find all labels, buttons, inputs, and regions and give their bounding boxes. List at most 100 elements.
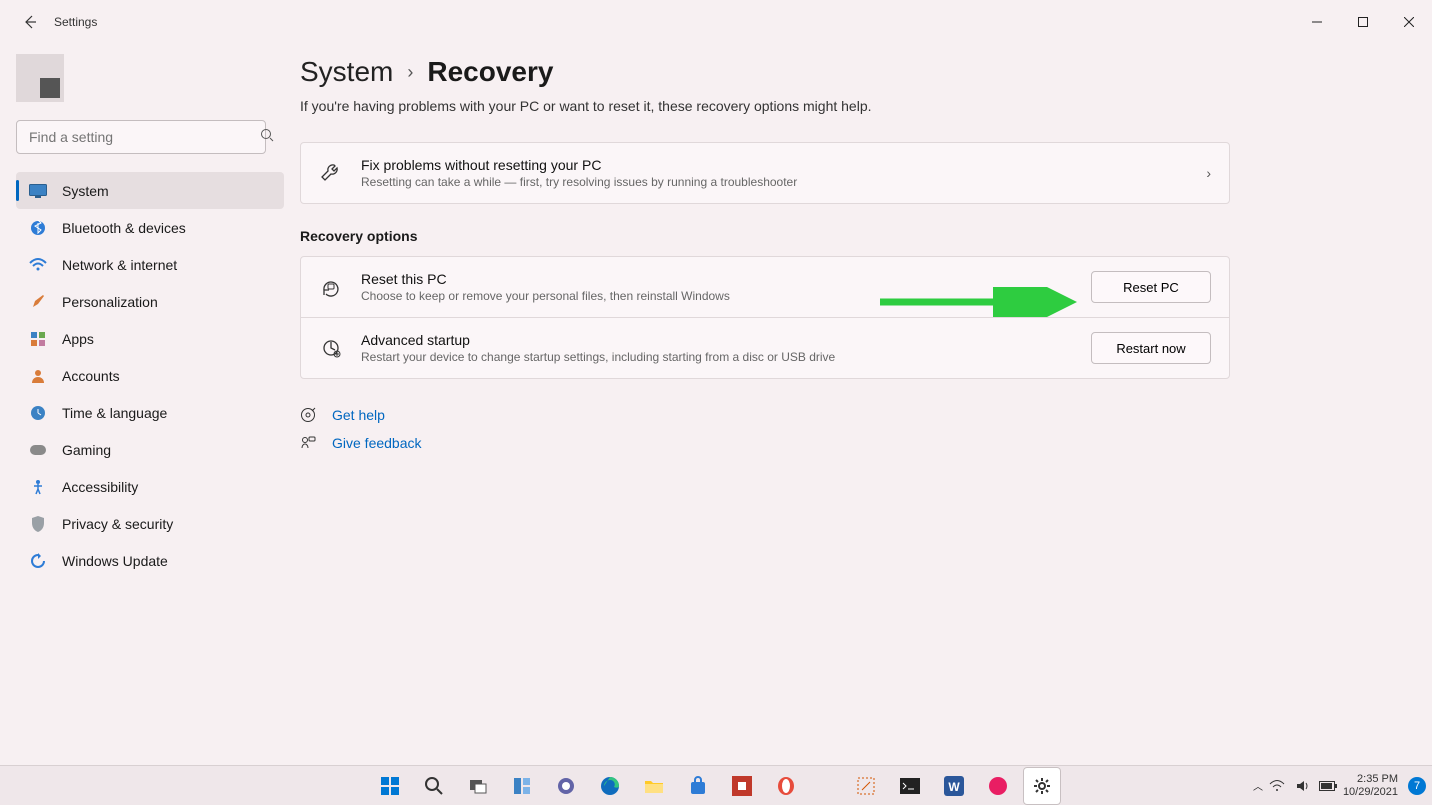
battery-tray-icon [1319,781,1337,791]
tray-expand-icon[interactable]: ︿ [1253,778,1263,793]
app2-icon[interactable] [979,767,1017,805]
main-content: System › Recovery If you're having probl… [300,44,1432,765]
maximize-button[interactable] [1340,6,1386,38]
advanced-startup-row: Advanced startup Restart your device to … [301,318,1229,378]
wrench-icon [319,161,343,185]
svg-text:W: W [948,780,960,794]
reset-pc-icon [319,275,343,299]
get-help-link[interactable]: Get help [332,407,385,423]
wifi-tray-icon [1269,780,1285,792]
teams-chat-icon[interactable] [547,767,585,805]
sidebar-item-label: Network & internet [62,257,177,273]
user-avatar[interactable] [16,54,64,102]
page-subtext: If you're having problems with your PC o… [300,98,1432,114]
person-icon [28,366,48,386]
breadcrumb-parent[interactable]: System [300,56,393,88]
sidebar-item-label: Privacy & security [62,516,173,532]
edge-icon[interactable] [591,767,629,805]
fix-problems-title: Fix problems without resetting your PC [361,157,1206,173]
sidebar-item-personalization[interactable]: Personalization [16,283,284,320]
word-icon[interactable]: W [935,767,973,805]
chevron-right-icon: › [407,62,413,83]
search-wrap [16,120,284,154]
opera-icon[interactable] [767,767,805,805]
page-title: Recovery [427,56,553,88]
accessibility-icon [28,477,48,497]
taskbar-clock[interactable]: 2:35 PM 10/29/2021 [1343,773,1402,799]
sidebar-item-network[interactable]: Network & internet [16,246,284,283]
reset-this-pc-row: Reset this PC Choose to keep or remove y… [301,257,1229,317]
system-tray[interactable] [1269,779,1337,793]
apps-icon [28,329,48,349]
sidebar-item-label: Personalization [62,294,158,310]
volume-tray-icon [1295,779,1309,793]
restart-now-button[interactable]: Restart now [1091,332,1211,364]
back-button[interactable] [12,4,48,40]
snip-icon[interactable] [847,767,885,805]
sidebar-item-label: Gaming [62,442,111,458]
sidebar-item-bluetooth[interactable]: Bluetooth & devices [16,209,284,246]
help-links: Get help Give feedback [300,407,1432,451]
sidebar: System Bluetooth & devices Network & int… [0,44,300,765]
give-feedback-row: Give feedback [300,435,1432,451]
sidebar-item-label: System [62,183,109,199]
section-label: Recovery options [300,228,1432,244]
store-icon[interactable] [679,767,717,805]
gamepad-icon [28,440,48,460]
breadcrumb: System › Recovery [300,56,1432,88]
sidebar-item-label: Time & language [62,405,167,421]
titlebar: Settings [0,0,1432,44]
sidebar-item-accessibility[interactable]: Accessibility [16,468,284,505]
feedback-icon [300,435,316,451]
advanced-startup-desc: Restart your device to change startup se… [361,350,1091,364]
display-icon [28,181,48,201]
sidebar-item-privacy[interactable]: Privacy & security [16,505,284,542]
give-feedback-link[interactable]: Give feedback [332,435,422,451]
reset-pc-button[interactable]: Reset PC [1091,271,1211,303]
sidebar-item-label: Windows Update [62,553,168,569]
globe-clock-icon [28,403,48,423]
reset-pc-title: Reset this PC [361,271,1091,287]
bluetooth-icon [28,218,48,238]
recovery-options-group: Reset this PC Choose to keep or remove y… [300,256,1230,379]
reset-pc-desc: Choose to keep or remove your personal f… [361,289,1091,303]
shield-icon [28,514,48,534]
sidebar-item-gaming[interactable]: Gaming [16,431,284,468]
close-button[interactable] [1386,6,1432,38]
sidebar-item-time[interactable]: Time & language [16,394,284,431]
window-title: Settings [54,15,97,29]
task-view-icon[interactable] [459,767,497,805]
minimize-button[interactable] [1294,6,1340,38]
fix-problems-card[interactable]: Fix problems without resetting your PC R… [300,142,1230,204]
terminal-icon[interactable] [891,767,929,805]
update-icon [28,551,48,571]
taskbar-right: ︿ 2:35 PM 10/29/2021 7 [1253,773,1426,799]
search-input[interactable] [16,120,266,154]
advanced-startup-title: Advanced startup [361,332,1091,348]
advanced-startup-icon [319,336,343,360]
clock-date: 10/29/2021 [1343,786,1398,799]
fix-problems-desc: Resetting can take a while — first, try … [361,175,1206,189]
help-icon [300,407,316,423]
widgets-icon[interactable] [503,767,541,805]
sidebar-item-system[interactable]: System [16,172,284,209]
file-explorer-icon[interactable] [635,767,673,805]
app-icon[interactable] [723,767,761,805]
settings-taskbar-icon[interactable] [1023,767,1061,805]
sidebar-item-apps[interactable]: Apps [16,320,284,357]
sidebar-item-update[interactable]: Windows Update [16,542,284,579]
notification-badge[interactable]: 7 [1408,777,1426,795]
clock-time: 2:35 PM [1343,773,1398,786]
sidebar-item-label: Accounts [62,368,120,384]
paintbrush-icon [28,292,48,312]
window-controls [1294,6,1432,38]
taskbar-center: W [371,767,1061,805]
taskbar-search-icon[interactable] [415,767,453,805]
taskbar: W ︿ 2:35 PM 10/29/2021 7 [0,765,1432,805]
sidebar-item-label: Accessibility [62,479,138,495]
arrow-left-icon [22,14,38,30]
chevron-right-icon: › [1206,165,1211,181]
sidebar-item-label: Apps [62,331,94,347]
sidebar-item-accounts[interactable]: Accounts [16,357,284,394]
start-button[interactable] [371,767,409,805]
